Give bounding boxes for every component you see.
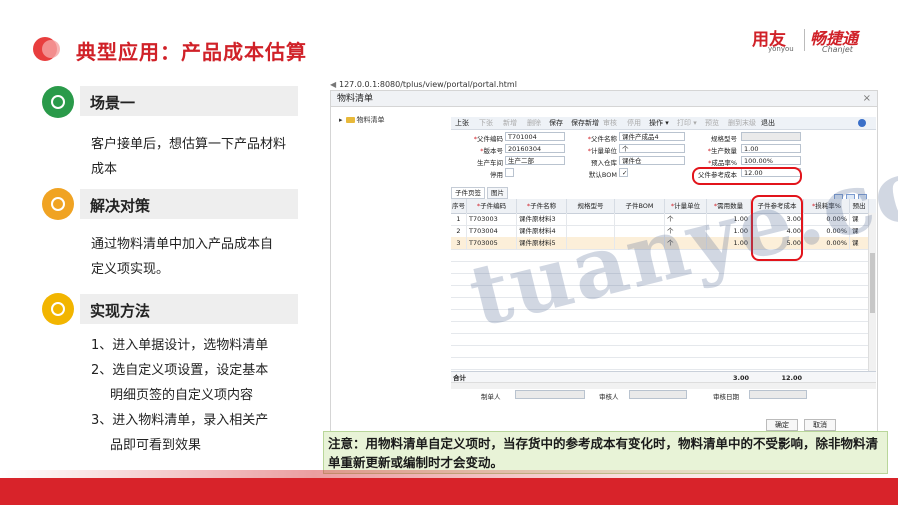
solution-text-line1: 通过物料清单中加入产品成本自 (91, 237, 274, 252)
toolbar-delete-last[interactable]: 删到末级 (728, 117, 756, 129)
help-icon[interactable] (858, 119, 866, 127)
window-title-text: 物料清单 (337, 94, 374, 104)
warehouse-field[interactable]: 课件仓 (619, 156, 685, 165)
workshop-field[interactable]: 生产二部 (505, 156, 565, 165)
section-title-scenario: 场景一 (90, 94, 136, 112)
workshop-label: 生产车间 (477, 159, 503, 167)
child-items-grid: 序号 *子件编码 *子件名称 规格型号 子件BOM *计量单位 *需用数量 子件… (451, 199, 876, 389)
default-bom-label: 默认BOM (588, 171, 617, 179)
toolbar-print[interactable]: 打印 ▾ (677, 117, 697, 129)
maker-label: 制单人 (481, 393, 501, 401)
col-bom[interactable]: 子件BOM (615, 199, 665, 213)
thumbs-up-icon (42, 188, 74, 220)
spec-label: 规格型号 (711, 135, 737, 143)
toolbar-next[interactable]: 下张 (479, 117, 493, 129)
ok-button[interactable]: 确定 (766, 419, 798, 431)
scenario-text-line2: 成本 (91, 162, 118, 177)
highlight-ref-cost (692, 167, 802, 185)
header-logo (33, 37, 65, 61)
col-spec[interactable]: 规格型号 (567, 199, 615, 213)
version-label: 版本号 (483, 147, 504, 155)
audit-date-field (749, 390, 807, 399)
scenario-text-line1: 客户接单后，想估算一下产品材料 (91, 137, 287, 152)
brand-chanjet-en: Chanjet (822, 45, 853, 54)
toolbar-save[interactable]: 保存 (549, 117, 563, 129)
close-icon[interactable]: × (863, 91, 871, 107)
toolbar-prev[interactable]: 上张 (455, 117, 469, 129)
unit-label: 计量单位 (591, 147, 617, 155)
col-code[interactable]: *子件编码 (467, 199, 517, 213)
maker-field (515, 390, 585, 399)
toolbar-audit[interactable]: 审核 (603, 117, 617, 129)
bottom-form: 制单人 审核人 审核日期 (451, 390, 876, 403)
folder-icon (345, 117, 355, 123)
toolbar-new[interactable]: 新增 (503, 117, 517, 129)
bom-window: 物料清单 × ▸ 物料清单 上张 下张 新增 删除 保存 保存新增 审核 停用 操… (330, 90, 878, 435)
warehouse-label: 预入仓库 (591, 159, 617, 167)
unit-field[interactable]: 个 (619, 144, 685, 153)
disabled-label: 停用 (490, 171, 503, 179)
lightbulb-icon (42, 86, 74, 118)
tab-child-items[interactable]: 子件页签 (451, 187, 485, 199)
toolbar-exit[interactable]: 退出 (761, 117, 775, 129)
note-box: 注意：用物料清单自定义项时，当存货中的参考成本有变化时，物料清单中的不受影响，除… (323, 431, 888, 474)
url-text: 127.0.0.1:8080/tplus/view/portal/portal.… (339, 80, 517, 89)
brand-logo: 用友 yonyou 畅捷通 Chanjet (752, 25, 862, 55)
toolbar: 上张 下张 新增 删除 保存 保存新增 审核 停用 操作 ▾ 打印 ▾ 预览 删… (451, 117, 876, 130)
col-name[interactable]: *子件名称 (517, 199, 567, 213)
yield-field[interactable]: 100.00% (741, 156, 801, 165)
cancel-button[interactable]: 取消 (804, 419, 836, 431)
spec-field[interactable] (741, 132, 801, 141)
toolbar-preview[interactable]: 预览 (705, 117, 719, 129)
prod-qty-field[interactable]: 1.00 (741, 144, 801, 153)
yield-label: 成品率% (711, 159, 737, 167)
brand-yonyou-en: yonyou (768, 45, 794, 53)
section-title-solution: 解决对策 (90, 197, 151, 215)
window-title: 物料清单 × (331, 91, 877, 107)
chat-bubble-icon (42, 293, 74, 325)
audit-date-label: 审核日期 (713, 393, 739, 401)
method-step1: 1、进入单据设计，选物料清单 (91, 338, 269, 353)
arrow-left-icon[interactable]: ◀ (330, 80, 339, 89)
method-step2: 2、选自定义项设置，设定基本 (91, 363, 269, 378)
col-loss[interactable]: *损耗率% (804, 199, 850, 213)
col-extra[interactable]: 预出 (850, 199, 869, 213)
method-step3-cont: 品即可看到效果 (110, 438, 202, 453)
auditor-label: 审核人 (599, 393, 619, 401)
toolbar-operate[interactable]: 操作 ▾ (649, 117, 669, 129)
footer-band (0, 478, 898, 505)
toolbar-delete[interactable]: 删除 (527, 117, 541, 129)
section-title-method: 实现方法 (90, 302, 151, 320)
empty-row[interactable] (451, 357, 876, 370)
vertical-scrollbar[interactable] (868, 213, 876, 371)
col-qty[interactable]: *需用数量 (707, 199, 751, 213)
toolbar-save-new[interactable]: 保存新增 (571, 117, 599, 129)
parent-code-field[interactable]: T701004 (505, 132, 565, 141)
tree-item-bom[interactable]: ▸ 物料清单 (339, 115, 385, 125)
solution-text-line2: 定义项实现。 (91, 262, 170, 277)
parent-name-label: 父件名称 (591, 135, 617, 143)
grid-header: 序号 *子件编码 *子件名称 规格型号 子件BOM *计量单位 *需用数量 子件… (451, 199, 876, 214)
method-step3: 3、进入物料清单，录入相关产 (91, 413, 269, 428)
dialog-buttons: 确定 取消 (766, 419, 842, 431)
grid-toolbar-icons (831, 187, 871, 202)
highlight-child-cost (751, 195, 803, 261)
toolbar-disable[interactable]: 停用 (627, 117, 641, 129)
col-unit[interactable]: *计量单位 (665, 199, 707, 213)
default-bom-checkbox[interactable]: ✓ (619, 168, 628, 177)
horizontal-scrollbar[interactable] (451, 382, 876, 389)
tree-item-label: 物料清单 (356, 116, 385, 124)
col-no[interactable]: 序号 (451, 199, 467, 213)
disabled-checkbox[interactable] (505, 168, 514, 177)
version-field[interactable]: 20160304 (505, 144, 565, 153)
bom-header-form: *父件编码 T701004 *父件名称 课件产成品4 规格型号 *版本号 201… (451, 131, 876, 183)
parent-name-field[interactable]: 课件产成品4 (619, 132, 685, 141)
parent-code-label: 父件编码 (477, 135, 503, 143)
method-step2-cont: 明细页签的自定义项内容 (110, 388, 254, 403)
page-title: 典型应用：产品成本估算 (76, 40, 307, 64)
tab-images[interactable]: 图片 (487, 187, 508, 199)
prod-qty-label: 生产数量 (711, 147, 737, 155)
address-bar[interactable]: ◀ 127.0.0.1:8080/tplus/view/portal/portal… (330, 80, 517, 89)
auditor-field (629, 390, 687, 399)
